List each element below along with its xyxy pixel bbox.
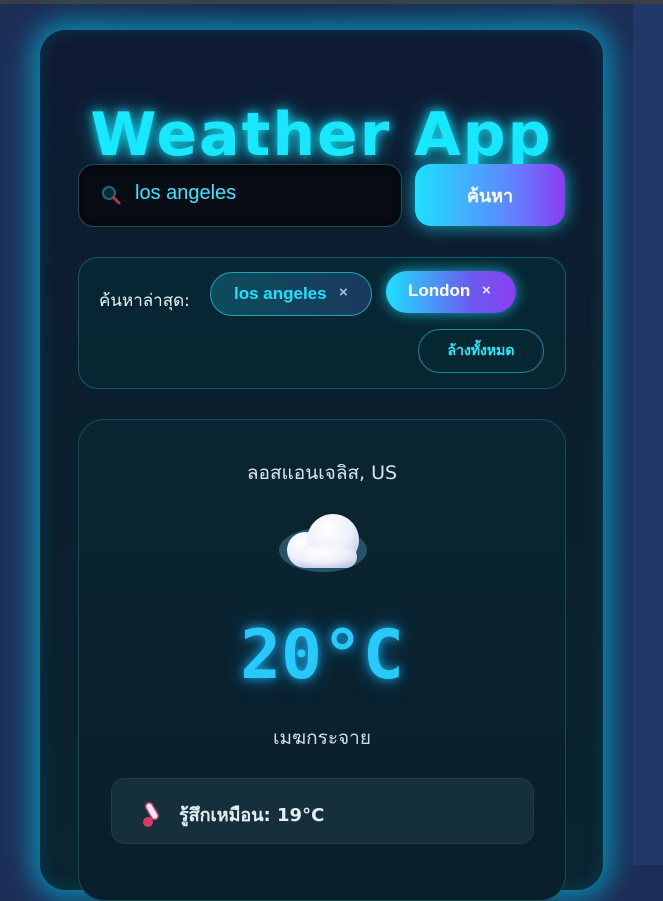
remove-chip-icon[interactable]: ×: [339, 284, 348, 301]
recent-chip-label: los angeles: [234, 284, 327, 303]
feels-like-text: รู้สึกเหมือน: 19°C: [179, 805, 325, 826]
recent-chip-los-angeles[interactable]: los angeles ×: [210, 272, 372, 316]
clear-all-button[interactable]: ล้างทั้งหมด: [418, 329, 544, 373]
thermometer-icon: [143, 802, 159, 827]
cloud-icon: [279, 514, 367, 572]
page-background-edge: [633, 4, 663, 865]
weather-description: เมฆกระจาย: [273, 727, 371, 749]
temperature-value: 20°C: [240, 616, 404, 695]
search-input[interactable]: los angeles: [78, 164, 402, 227]
recent-chip-london[interactable]: London ×: [386, 271, 516, 313]
recent-searches-panel: ค้นหาล่าสุด: los angeles × London × ล้าง…: [78, 257, 566, 389]
search-button[interactable]: ค้นหา: [415, 164, 565, 226]
remove-chip-icon[interactable]: ×: [482, 282, 491, 299]
search-input-value: los angeles: [135, 182, 237, 204]
recent-chip-label: London: [408, 281, 471, 300]
feels-like-card: รู้สึกเหมือน: 19°C: [111, 778, 534, 844]
city-name: ลอสแอนเจลิส, US: [246, 462, 398, 484]
search-icon: [102, 186, 121, 205]
recent-searches-label: ค้นหาล่าสุด:: [99, 291, 190, 311]
weather-app-card: Weather App los angeles ค้นหา ค้นหาล่าสุ…: [40, 30, 603, 901]
weather-result-panel: ลอสแอนเจลิส, US 20°C เมฆกระจาย รู้สึกเหม…: [78, 419, 566, 901]
browser-top-bar: [0, 0, 663, 4]
app-title: Weather App: [90, 100, 553, 170]
